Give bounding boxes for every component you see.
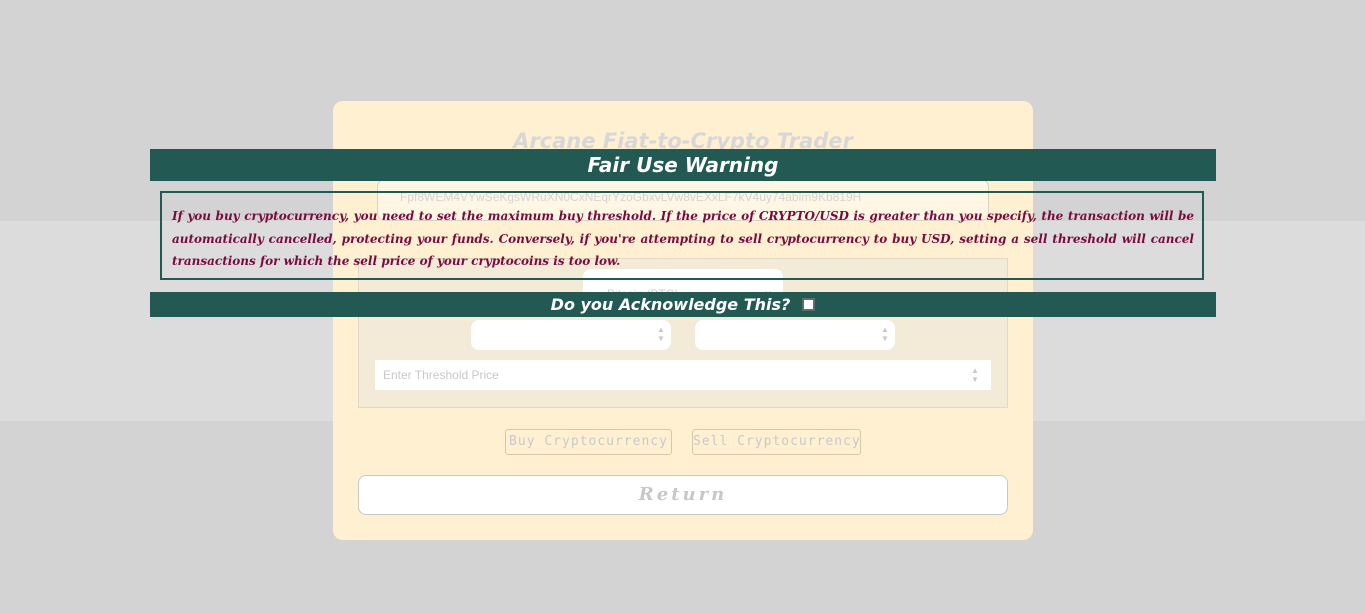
- threshold-input[interactable]: Enter Threshold Price ▲ ▼: [375, 360, 991, 390]
- spinner-arrows-icon[interactable]: ▲ ▼: [655, 325, 667, 343]
- warning-box: If you buy cryptocurrency, you need to s…: [160, 191, 1204, 280]
- acknowledge-checkbox[interactable]: [802, 298, 816, 311]
- return-button[interactable]: Return: [358, 475, 1008, 515]
- sell-crypto-button[interactable]: Sell Cryptocurrency: [692, 429, 861, 455]
- amount-input[interactable]: ▲ ▼: [471, 320, 671, 350]
- warning-text: If you buy cryptocurrency, you need to s…: [172, 209, 1194, 268]
- page: Arcane Fiat-to-Crypto Trader Fpf8WEM4VYw…: [0, 0, 1365, 614]
- acknowledge-bar: Do you Acknowledge This?: [150, 292, 1216, 317]
- price-input[interactable]: ▲ ▼: [695, 320, 895, 350]
- buy-crypto-button[interactable]: Buy Cryptocurrency: [505, 429, 672, 455]
- acknowledge-label: Do you Acknowledge This?: [550, 295, 791, 314]
- spinner-arrows-icon[interactable]: ▲ ▼: [879, 325, 891, 343]
- trade-form-panel: Bitcoin (BTC) ⌄ ▲▼ ▲▼ Enter Threshold Pr…: [358, 258, 1008, 408]
- threshold-placeholder: Enter Threshold Price: [383, 368, 499, 382]
- warning-title: Fair Use Warning: [150, 149, 1216, 181]
- spinner-arrows-icon[interactable]: ▲ ▼: [969, 366, 981, 384]
